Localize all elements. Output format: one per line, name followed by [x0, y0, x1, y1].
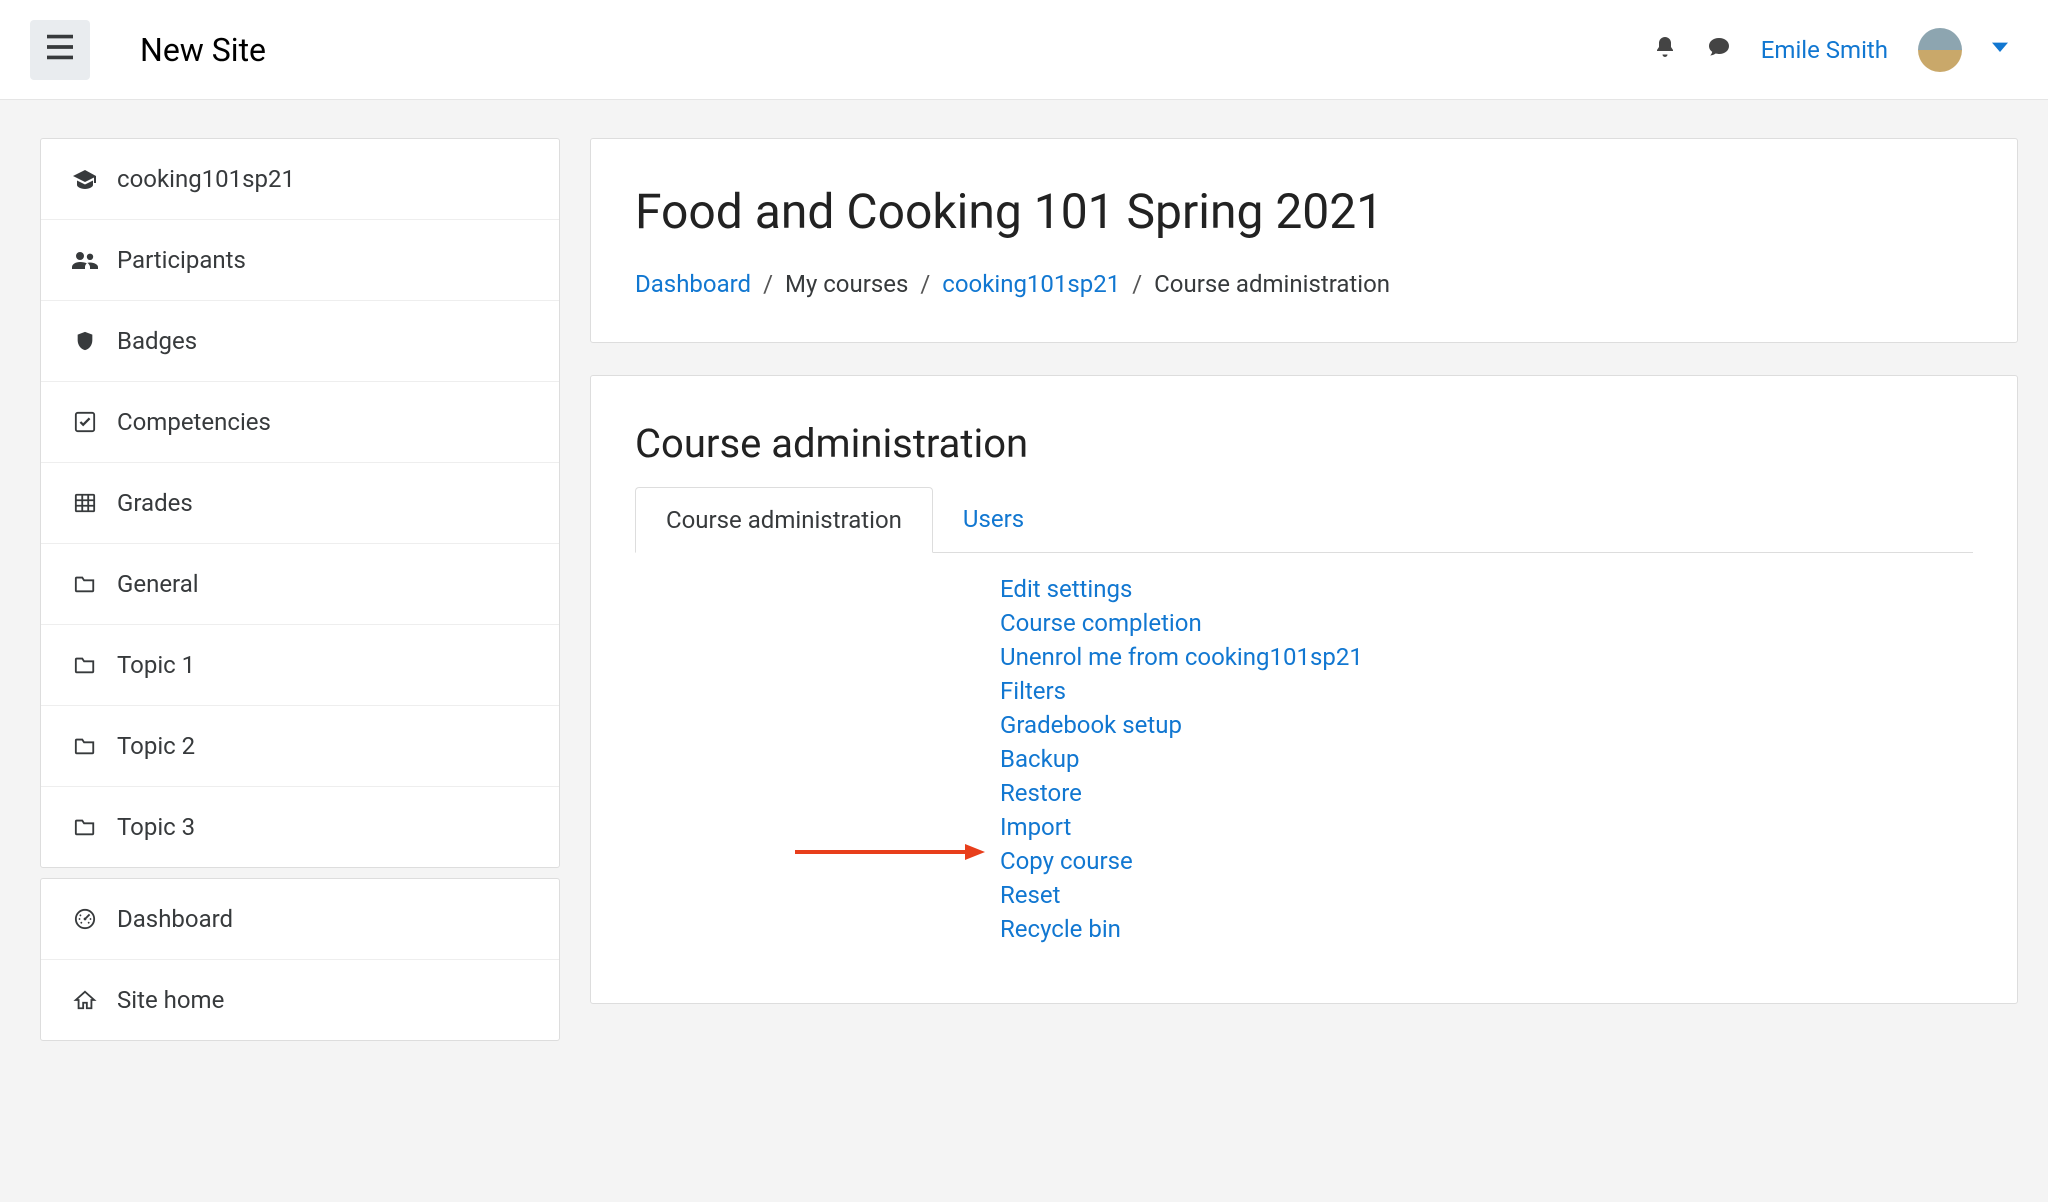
main-content: Food and Cooking 101 Spring 2021 Dashboa…: [590, 138, 2018, 1036]
admin-link-edit-settings[interactable]: Edit settings: [1000, 575, 1363, 603]
admin-link-recycle-bin[interactable]: Recycle bin: [1000, 915, 1363, 943]
bars-icon: [47, 34, 73, 66]
folder-icon: [71, 815, 99, 839]
caret-down-icon: [1992, 37, 2008, 62]
admin-link-gradebook-setup[interactable]: Gradebook setup: [1000, 711, 1363, 739]
folder-icon: [71, 734, 99, 758]
sidebar-item-label: Site home: [117, 986, 224, 1014]
top-navbar: New Site Emile Smith: [0, 0, 2048, 100]
sidebar-item-site-home[interactable]: Site home: [41, 960, 559, 1040]
admin-link-course-completion[interactable]: Course completion: [1000, 609, 1363, 637]
admin-tabs: Course administration Users: [635, 487, 1973, 553]
chat-icon: [1707, 40, 1731, 65]
admin-link-import[interactable]: Import: [1000, 813, 1363, 841]
sidebar-item-label: Competencies: [117, 408, 271, 436]
sidebar-item-label: Dashboard: [117, 905, 233, 933]
sidebar-item-competencies[interactable]: Competencies: [41, 382, 559, 463]
sidebar-item-label: Badges: [117, 327, 197, 355]
breadcrumb-mycourses: My courses: [785, 270, 908, 298]
sidebar-item-topic-2[interactable]: Topic 2: [41, 706, 559, 787]
sidebar-item-label: Topic 3: [117, 813, 195, 841]
admin-links: Edit settings Course completion Unenrol …: [635, 575, 1363, 943]
home-icon: [71, 988, 99, 1012]
graduation-cap-icon: [71, 167, 99, 191]
tab-users[interactable]: Users: [933, 487, 1054, 552]
admin-link-filters[interactable]: Filters: [1000, 677, 1363, 705]
page-header-card: Food and Cooking 101 Spring 2021 Dashboa…: [590, 138, 2018, 343]
folder-icon: [71, 572, 99, 596]
course-admin-heading: Course administration: [635, 420, 1973, 467]
admin-link-restore[interactable]: Restore: [1000, 779, 1363, 807]
sidebar-item-course[interactable]: cooking101sp21: [41, 139, 559, 220]
course-admin-card: Course administration Course administrat…: [590, 375, 2018, 1004]
user-menu-toggle[interactable]: [1992, 37, 2008, 62]
shield-icon: [71, 329, 99, 353]
page-title: Food and Cooking 101 Spring 2021: [635, 183, 1973, 240]
folder-icon: [71, 653, 99, 677]
users-icon: [71, 248, 99, 272]
sidebar-item-label: cooking101sp21: [117, 165, 295, 193]
hamburger-menu-button[interactable]: [30, 20, 90, 80]
site-name[interactable]: New Site: [140, 31, 266, 69]
sidebar-item-dashboard[interactable]: Dashboard: [41, 879, 559, 960]
sidebar-block-course: cooking101sp21 Participants Badges Compe…: [40, 138, 560, 868]
breadcrumb-dashboard[interactable]: Dashboard: [635, 270, 751, 298]
sidebar-block-site: Dashboard Site home: [40, 878, 560, 1041]
breadcrumb-current: Course administration: [1154, 270, 1390, 298]
user-menu-name[interactable]: Emile Smith: [1761, 36, 1888, 64]
breadcrumb: Dashboard / My courses / cooking101sp21 …: [635, 270, 1973, 298]
messages-button[interactable]: [1707, 35, 1731, 65]
notifications-button[interactable]: [1653, 35, 1677, 65]
annotation-arrow: [795, 842, 985, 868]
check-square-icon: [71, 410, 99, 434]
sidebar-item-grades[interactable]: Grades: [41, 463, 559, 544]
sidebar-item-topic-3[interactable]: Topic 3: [41, 787, 559, 867]
breadcrumb-course[interactable]: cooking101sp21: [942, 270, 1120, 298]
breadcrumb-separator: /: [763, 270, 773, 298]
sidebar-item-label: General: [117, 570, 199, 598]
sidebar-item-badges[interactable]: Badges: [41, 301, 559, 382]
sidebar-item-topic-1[interactable]: Topic 1: [41, 625, 559, 706]
admin-link-unenrol[interactable]: Unenrol me from cooking101sp21: [1000, 643, 1363, 671]
admin-link-copy-course[interactable]: Copy course: [1000, 847, 1363, 875]
admin-link-backup[interactable]: Backup: [1000, 745, 1363, 773]
breadcrumb-separator: /: [1132, 270, 1142, 298]
tab-course-administration[interactable]: Course administration: [635, 487, 933, 553]
sidebar-item-participants[interactable]: Participants: [41, 220, 559, 301]
sidebar-item-label: Grades: [117, 489, 193, 517]
sidebar-item-label: Topic 1: [117, 651, 195, 679]
sidebar-item-label: Topic 2: [117, 732, 195, 760]
sidebar: cooking101sp21 Participants Badges Compe…: [40, 138, 560, 1051]
bell-icon: [1653, 40, 1677, 65]
dashboard-icon: [71, 907, 99, 931]
admin-link-reset[interactable]: Reset: [1000, 881, 1363, 909]
sidebar-item-label: Participants: [117, 246, 246, 274]
grid-icon: [71, 491, 99, 515]
admin-links-container: Edit settings Course completion Unenrol …: [635, 575, 1973, 943]
sidebar-item-general[interactable]: General: [41, 544, 559, 625]
breadcrumb-separator: /: [920, 270, 930, 298]
avatar[interactable]: [1918, 28, 1962, 72]
